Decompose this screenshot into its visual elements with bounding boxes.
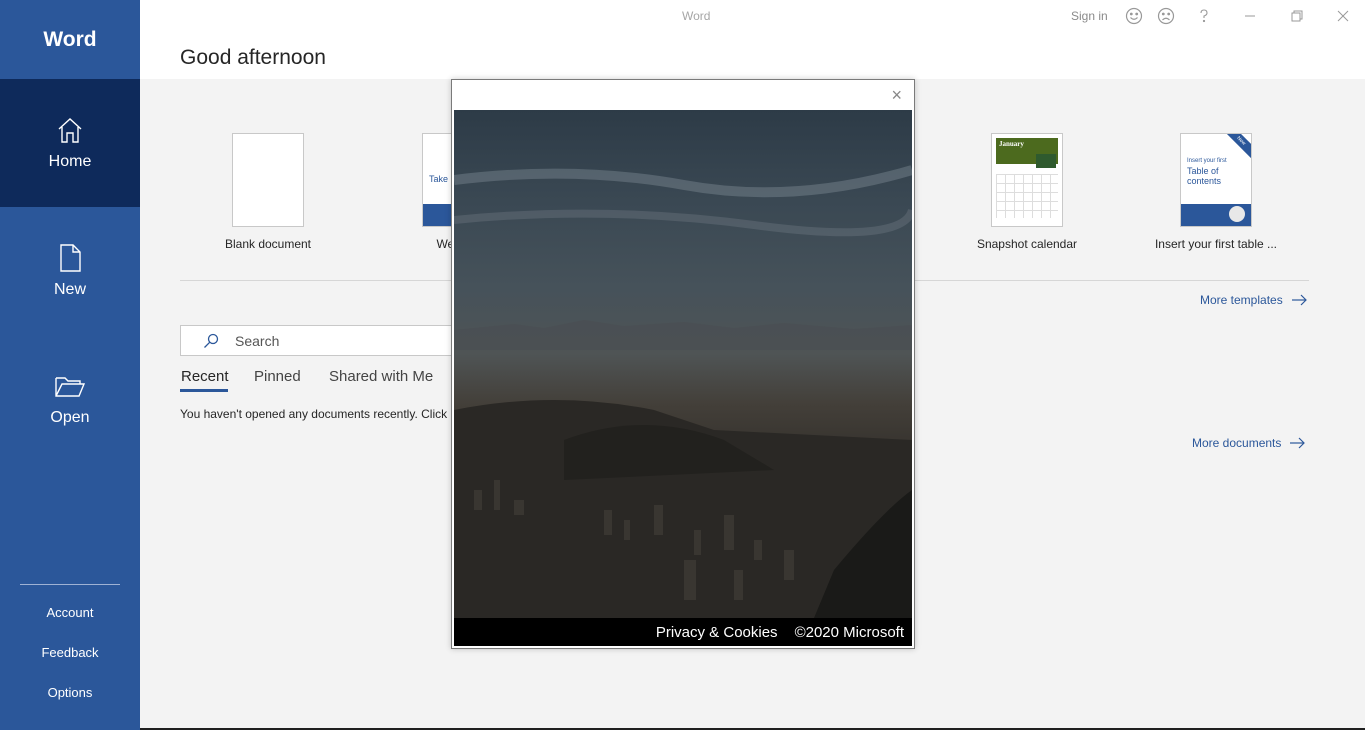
restore-icon[interactable] [1286, 5, 1308, 27]
tab-shared-with-me[interactable]: Shared with Me [329, 368, 433, 385]
search-input[interactable] [235, 332, 435, 349]
feedback-link[interactable]: Feedback [0, 645, 140, 660]
dialog-footer: Privacy & Cookies ©2020 Microsoft [454, 618, 912, 646]
nav-open[interactable]: Open [0, 335, 140, 463]
minimize-icon[interactable] [1239, 5, 1261, 27]
calendar-photo [1036, 154, 1056, 168]
thumb-text: Take [429, 174, 449, 184]
toc-new-badge-text: New [1235, 135, 1247, 147]
help-icon[interactable] [1193, 5, 1215, 27]
template-label: Insert your first table ... [1154, 237, 1278, 251]
calendar-grid [996, 174, 1058, 218]
privacy-cookies-link[interactable]: Privacy & Cookies [656, 624, 778, 641]
template-thumbnail: January TUAN [991, 133, 1063, 227]
template-blank-document[interactable]: Blank document [183, 133, 353, 251]
nav-new-label: New [53, 281, 86, 298]
background-photo [454, 110, 912, 618]
arrow-right-icon [1290, 437, 1306, 449]
sidebar: Word Home New Open Account Feedback Opti… [0, 0, 140, 730]
arrow-right-icon [1291, 294, 1307, 306]
toc-line-2: Table of [1187, 166, 1219, 176]
app-name: Word [43, 27, 97, 51]
sign-in-link[interactable]: Sign in [1071, 9, 1108, 23]
search-icon [204, 333, 219, 348]
template-table-of-contents[interactable]: Insert your first Table of contents New … [1131, 133, 1301, 251]
home-icon [58, 118, 82, 143]
close-icon[interactable]: × [891, 85, 902, 106]
options-link[interactable]: Options [0, 685, 140, 700]
more-templates-link[interactable]: More templates [1200, 293, 1307, 307]
toc-new-badge: New [1223, 134, 1251, 159]
tab-pinned[interactable]: Pinned [254, 368, 301, 385]
sign-in-dialog: × Privacy & Cookies ©2020 Microsoft [451, 79, 915, 649]
nav-open-label: Open [50, 409, 90, 426]
title-bar: Word Good afternoon Sign in [140, 0, 1365, 79]
template-snapshot-calendar[interactable]: January TUAN Snapshot calendar [942, 133, 1112, 251]
window-title: Word [682, 9, 711, 23]
template-label: Blank document [224, 237, 312, 251]
close-window-icon[interactable] [1332, 5, 1354, 27]
thumb-circle [1229, 206, 1245, 222]
toc-line-3: contents [1187, 176, 1222, 186]
nav-home[interactable]: Home [0, 79, 140, 207]
more-templates-label: More templates [1200, 293, 1283, 307]
template-label: Snapshot calendar [976, 237, 1078, 251]
template-thumbnail [232, 133, 304, 227]
calendar-month: January [999, 140, 1024, 148]
city-landscape-image [454, 165, 912, 618]
smile-feedback-icon[interactable] [1123, 5, 1145, 27]
account-link[interactable]: Account [0, 605, 140, 620]
new-document-icon [60, 244, 81, 272]
template-thumbnail: Insert your first Table of contents New [1180, 133, 1252, 227]
sidebar-divider [20, 584, 120, 585]
empty-recent-message: You haven't opened any documents recentl… [180, 407, 448, 421]
folder-open-icon [55, 377, 86, 397]
toc-line-1: Insert your first [1187, 158, 1227, 164]
active-tab-indicator [180, 389, 228, 392]
search-box[interactable] [180, 325, 480, 356]
greeting: Good afternoon [180, 46, 326, 69]
frown-feedback-icon[interactable] [1155, 5, 1177, 27]
more-documents-link[interactable]: More documents [1192, 436, 1306, 450]
more-documents-label: More documents [1192, 436, 1282, 450]
copyright-text: ©2020 Microsoft [794, 623, 904, 641]
tab-recent[interactable]: Recent [181, 368, 229, 385]
nav-home-label: Home [48, 153, 92, 170]
nav-new[interactable]: New [0, 207, 140, 335]
